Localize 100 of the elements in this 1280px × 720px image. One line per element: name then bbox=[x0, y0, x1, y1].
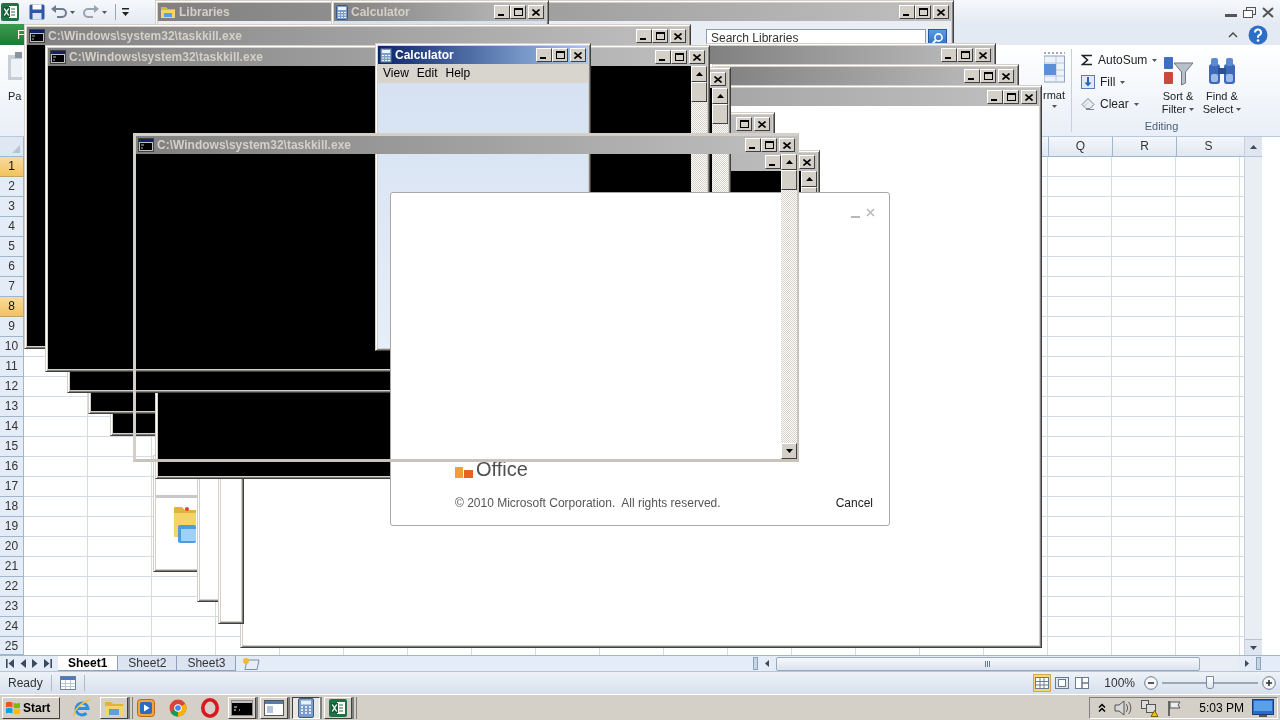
view-button[interactable] bbox=[1033, 674, 1052, 692]
minimize-button[interactable] bbox=[987, 90, 1003, 104]
customize-icon[interactable] bbox=[122, 8, 129, 16]
column-header[interactable]: Q bbox=[1048, 137, 1112, 156]
start-button[interactable]: Start bbox=[2, 696, 60, 719]
minimize-button[interactable] bbox=[964, 69, 980, 83]
caret-icon[interactable] bbox=[102, 10, 107, 14]
maximize-button[interactable] bbox=[1003, 90, 1019, 104]
format-button[interactable]: rmat bbox=[1042, 45, 1068, 136]
close-button[interactable] bbox=[570, 48, 586, 62]
collapse-ribbon-icon[interactable] bbox=[1228, 31, 1238, 38]
row-header[interactable]: 10 bbox=[0, 337, 24, 357]
row-header[interactable]: 24 bbox=[0, 617, 24, 637]
paste-button[interactable]: Pa bbox=[0, 45, 24, 136]
close-button[interactable] bbox=[779, 138, 795, 152]
zoom-level[interactable]: 100% bbox=[1104, 674, 1135, 692]
clear-button[interactable]: Clear bbox=[1081, 95, 1157, 113]
minimize-button[interactable] bbox=[655, 50, 671, 64]
chevron-up-icon[interactable] bbox=[1098, 703, 1107, 712]
close-button[interactable] bbox=[710, 72, 726, 86]
minimize-button[interactable] bbox=[765, 155, 781, 169]
row-header[interactable]: 1 bbox=[0, 157, 24, 177]
find-select-button[interactable]: Find & Select bbox=[1199, 51, 1245, 119]
close-button[interactable] bbox=[1021, 90, 1037, 104]
zoom-in-icon[interactable] bbox=[1262, 676, 1276, 690]
maximize-button[interactable] bbox=[915, 5, 931, 19]
split-handle[interactable] bbox=[1256, 657, 1261, 670]
first-sheet-icon[interactable] bbox=[6, 659, 14, 668]
sheet-tab[interactable]: Sheet1 bbox=[58, 656, 119, 671]
close-button[interactable] bbox=[689, 50, 705, 64]
row-header[interactable]: 3 bbox=[0, 197, 24, 217]
show-desktop-icon[interactable] bbox=[1252, 698, 1274, 717]
sort-filter-button[interactable]: Sort & Filter bbox=[1157, 51, 1199, 119]
undo-icon[interactable] bbox=[51, 5, 67, 19]
previous-sheet-icon[interactable] bbox=[20, 659, 26, 668]
close-button[interactable] bbox=[975, 48, 991, 62]
row-header[interactable]: 15 bbox=[0, 437, 24, 457]
menu-item[interactable]: Edit bbox=[412, 64, 442, 83]
flag-icon[interactable] bbox=[1167, 699, 1184, 716]
row-header[interactable]: 8 bbox=[0, 297, 24, 317]
row-header[interactable]: 22 bbox=[0, 577, 24, 597]
maximize-button[interactable] bbox=[671, 50, 687, 64]
row-header[interactable]: 16 bbox=[0, 457, 24, 477]
zoom-out-icon[interactable] bbox=[1144, 676, 1158, 690]
maximize-button[interactable] bbox=[761, 138, 777, 152]
menu-item[interactable]: View bbox=[379, 64, 413, 83]
sheet-tab[interactable]: Sheet3 bbox=[177, 656, 237, 671]
row-header[interactable]: 19 bbox=[0, 517, 24, 537]
close-icon[interactable] bbox=[1262, 6, 1274, 18]
row-header[interactable]: 18 bbox=[0, 497, 24, 517]
row-header[interactable]: 23 bbox=[0, 597, 24, 617]
sheet-icon[interactable] bbox=[59, 676, 76, 690]
row-header[interactable]: 12 bbox=[0, 377, 24, 397]
minimize-button[interactable] bbox=[536, 48, 552, 62]
minimize-button[interactable] bbox=[494, 5, 510, 19]
column-header[interactable]: S bbox=[1176, 137, 1240, 156]
maximize-button[interactable] bbox=[552, 48, 568, 62]
maximize-button[interactable] bbox=[957, 48, 973, 62]
view-button[interactable] bbox=[1073, 674, 1092, 692]
row-header[interactable]: 25 bbox=[0, 637, 24, 655]
spreadsheet-icon[interactable] bbox=[1, 3, 19, 21]
row-header[interactable]: 20 bbox=[0, 537, 24, 557]
save-icon[interactable] bbox=[29, 4, 45, 20]
sheet-tab[interactable]: Sheet2 bbox=[118, 656, 178, 671]
minimize-button[interactable] bbox=[745, 138, 761, 152]
minimize-button[interactable] bbox=[899, 5, 915, 19]
minimize-icon[interactable] bbox=[1225, 13, 1237, 17]
row-header[interactable]: 6 bbox=[0, 257, 24, 277]
row-header[interactable]: 7 bbox=[0, 277, 24, 297]
row-header[interactable]: 21 bbox=[0, 557, 24, 577]
network-icon[interactable] bbox=[1140, 698, 1160, 717]
insert-sheet-icon[interactable] bbox=[242, 657, 261, 670]
cancel-button[interactable]: Cancel bbox=[833, 494, 875, 512]
speaker-icon[interactable] bbox=[1114, 699, 1133, 716]
row-header[interactable]: 14 bbox=[0, 417, 24, 437]
close-button[interactable] bbox=[528, 5, 544, 19]
close-button[interactable] bbox=[670, 29, 686, 43]
view-button[interactable] bbox=[1053, 674, 1072, 692]
close-button[interactable] bbox=[754, 117, 770, 131]
maximize-button[interactable] bbox=[980, 69, 996, 83]
row-header[interactable]: 17 bbox=[0, 477, 24, 497]
row-header[interactable]: 2 bbox=[0, 177, 24, 197]
row-header[interactable]: 5 bbox=[0, 237, 24, 257]
column-header[interactable]: R bbox=[1112, 137, 1176, 156]
row-header[interactable]: 13 bbox=[0, 397, 24, 417]
maximize-button[interactable] bbox=[510, 5, 526, 19]
caret-icon[interactable] bbox=[70, 10, 75, 14]
slider-thumb[interactable] bbox=[1206, 676, 1214, 689]
minimize-button[interactable] bbox=[636, 29, 652, 43]
close-button[interactable] bbox=[799, 155, 815, 169]
restore-icon[interactable] bbox=[1243, 6, 1256, 18]
row-header[interactable]: 4 bbox=[0, 217, 24, 237]
maximize-button[interactable] bbox=[736, 117, 752, 131]
split-handle[interactable] bbox=[753, 657, 758, 670]
last-sheet-icon[interactable] bbox=[44, 659, 52, 668]
help-icon[interactable] bbox=[1248, 24, 1268, 45]
scroll-up-button[interactable] bbox=[1245, 137, 1262, 157]
next-sheet-icon[interactable] bbox=[32, 659, 38, 668]
row-header[interactable]: 9 bbox=[0, 317, 24, 337]
row-header[interactable]: 11 bbox=[0, 357, 24, 377]
